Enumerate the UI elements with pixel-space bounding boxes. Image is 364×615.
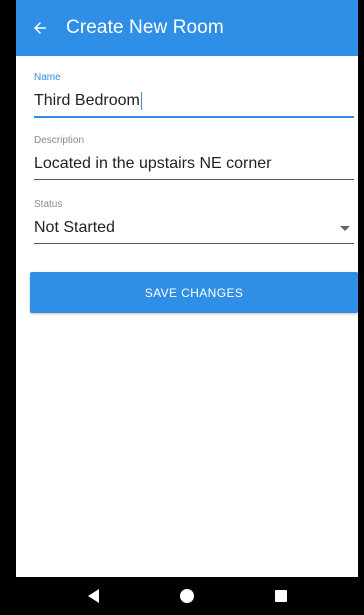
system-navigation-bar [16, 577, 358, 615]
name-label: Name [34, 72, 61, 83]
name-input-value: Third Bedroom [34, 92, 140, 109]
device-frame: Create New Room Name Third Bedroom Descr… [0, 0, 364, 615]
status-label: Status [34, 199, 63, 210]
nav-recents-button[interactable] [261, 577, 301, 615]
description-input-value: Located in the upstairs NE corner [34, 155, 272, 172]
status-field-group: Status Not Started [34, 199, 354, 244]
name-field-group: Name Third Bedroom [34, 72, 354, 118]
description-input[interactable]: Located in the upstairs NE corner [34, 153, 354, 175]
nav-back-icon [87, 589, 99, 603]
text-cursor [140, 92, 143, 110]
nav-back-button[interactable] [73, 577, 113, 615]
save-changes-button[interactable]: SAVE CHANGES [30, 272, 358, 313]
nav-home-button[interactable] [167, 577, 207, 615]
description-field-group: Description Located in the upstairs NE c… [34, 135, 354, 180]
description-underline [34, 179, 354, 180]
page-title: Create New Room [66, 17, 224, 38]
app-bar: Create New Room [16, 0, 358, 56]
back-button[interactable] [16, 0, 64, 56]
status-select[interactable]: Not Started [34, 217, 354, 239]
nav-recents-icon [275, 590, 287, 602]
name-underline [34, 116, 354, 118]
description-label: Description [34, 135, 85, 146]
status-underline [34, 243, 354, 244]
arrow-left-icon [34, 22, 46, 34]
nav-home-icon [180, 589, 194, 603]
status-select-value: Not Started [34, 219, 115, 236]
left-bezel [0, 0, 16, 615]
app-screen: Create New Room Name Third Bedroom Descr… [16, 0, 358, 615]
right-bezel [358, 0, 364, 615]
name-input[interactable]: Third Bedroom [34, 90, 354, 112]
caret-down-icon [340, 225, 350, 231]
